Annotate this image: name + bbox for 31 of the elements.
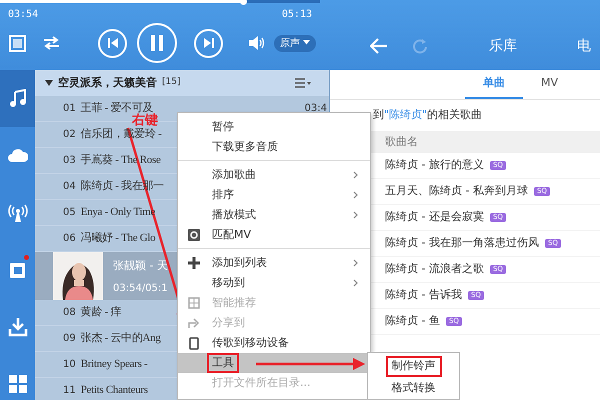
track-number: 09 [63, 332, 76, 346]
track-title: 张靓颖 - 天 [113, 258, 168, 274]
song-title: 陈绮贞 - 告诉我 [385, 287, 462, 304]
column-header: 歌曲名 [385, 134, 418, 150]
track-title: 黄龄 - 痒 [80, 305, 122, 320]
playback-time: 03:54/05:1 [113, 282, 168, 296]
duration: 05:13 [282, 8, 312, 22]
track-number: 10 [63, 358, 76, 372]
track-number: 01 [63, 102, 76, 116]
search-result-text: 到"陈绮贞"的相关歌曲 [372, 107, 484, 123]
track-duration: 03:4 [304, 102, 327, 116]
track-title: 王菲 - 爱不可及 [80, 101, 154, 114]
track-number: 04 [63, 180, 76, 194]
track-title: Petits Chanteurs [80, 383, 148, 398]
track-number: 05 [63, 206, 76, 220]
song-title: 陈绮贞 - 我在那一角落患过伤风 [385, 235, 539, 252]
track-title: 冯曦妤 - The Glo [80, 230, 156, 246]
song-title: 陈绮贞 - 旅行的意义 [385, 157, 484, 174]
track-number: 06 [63, 232, 76, 246]
song-title: 陈绮贞 - 还是会寂寞 [385, 209, 484, 226]
elapsed-time: 03:54 [8, 8, 38, 22]
track-number: 02 [63, 128, 76, 142]
track-title: Britney Spears - [80, 357, 148, 372]
track-number: 11 [63, 384, 76, 398]
song-title: 陈绮贞 - 鱼 [385, 313, 440, 330]
track-number: 03 [63, 154, 76, 168]
song-title: 陈绮贞 - 流浪者之歌 [385, 261, 484, 278]
track-number: 08 [63, 306, 76, 320]
track-title: 张杰 - 云中的Ang [80, 331, 161, 346]
song-title: 五月天、陈绮贞 - 私奔到月球 [385, 183, 528, 200]
track-count: [15] [162, 76, 180, 90]
